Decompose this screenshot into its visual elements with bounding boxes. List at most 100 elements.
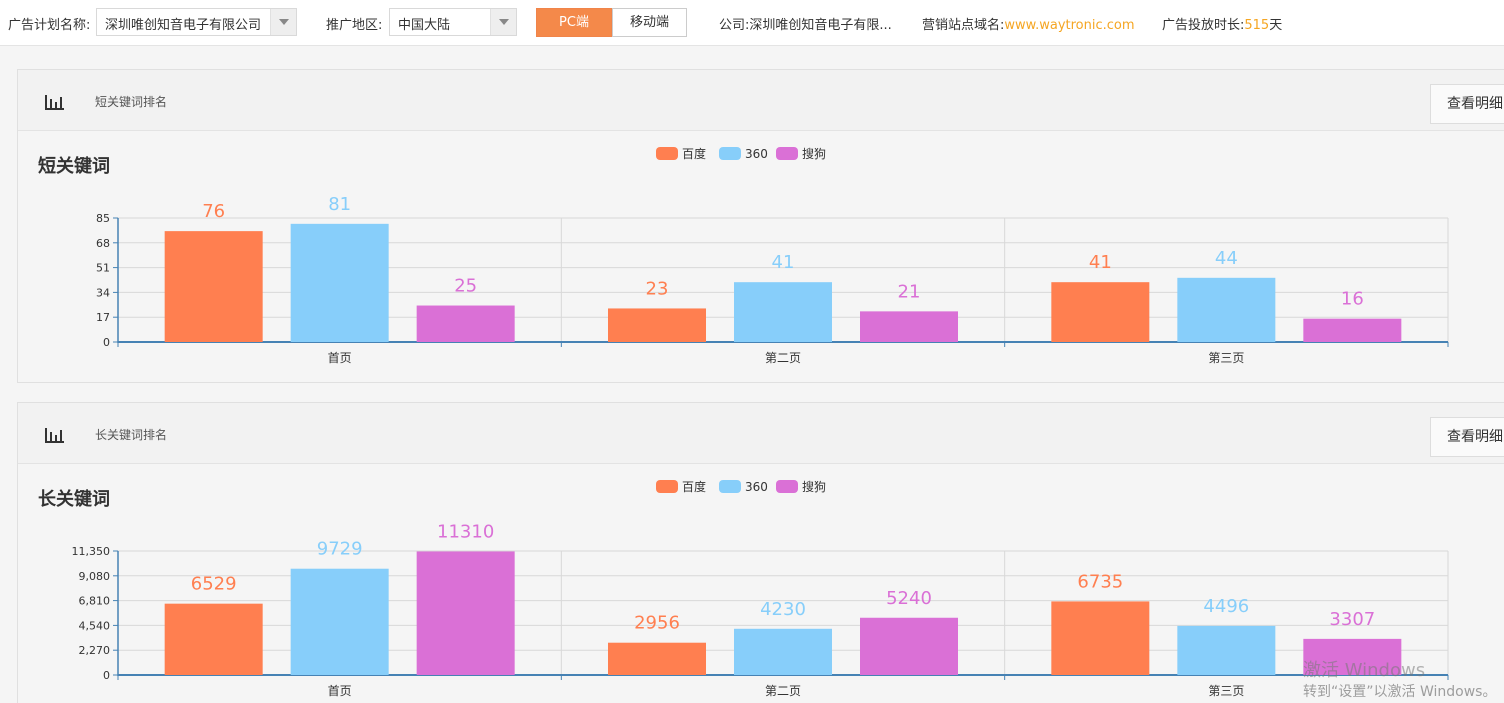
- x-tick-label: 第三页: [1208, 684, 1244, 698]
- bar: [860, 311, 958, 342]
- plan-select-value: 深圳唯创知音电子有限公司: [105, 18, 262, 33]
- y-tick-label: 0: [103, 336, 110, 349]
- data-label: 41: [1089, 252, 1112, 273]
- bar: [416, 551, 515, 675]
- duration-label: 广告投放时长:: [1162, 18, 1245, 33]
- panel-header: 短关键词排名 查看明细: [18, 70, 1504, 131]
- legend-swatch: [656, 147, 678, 160]
- bar: [608, 642, 706, 675]
- legend-swatch: [656, 480, 678, 493]
- view-detail-button[interactable]: 查看明细: [1430, 84, 1504, 124]
- view-detail-button[interactable]: 查看明细: [1430, 417, 1504, 457]
- x-tick-label: 第二页: [765, 684, 801, 698]
- bar-chart-icon: [45, 95, 64, 110]
- bar: [860, 617, 958, 675]
- bar: [734, 628, 832, 675]
- bar: [734, 282, 832, 342]
- bar: [1051, 601, 1150, 675]
- panel-title: 短关键词排名: [95, 95, 168, 109]
- bar: [416, 305, 515, 342]
- plan-label: 广告计划名称:: [8, 18, 91, 33]
- legend-label: 百度: [682, 479, 706, 494]
- x-tick-label: 首页: [328, 684, 352, 698]
- domain-label: 营销站点域名:: [922, 18, 1005, 33]
- plan-select[interactable]: 深圳唯创知音电子有限公司: [96, 8, 297, 36]
- region-label: 推广地区:: [326, 18, 383, 33]
- bar: [608, 308, 706, 342]
- legend-swatch: [719, 480, 741, 493]
- windows-watermark: 激活 Windows: [1303, 660, 1426, 681]
- bar-chart-icon: [45, 428, 64, 443]
- data-label: 16: [1341, 289, 1364, 310]
- company-value: 深圳唯创知音电子有限...: [749, 18, 892, 33]
- y-tick-label: 2,270: [79, 644, 111, 657]
- company-label: 公司:: [719, 18, 750, 33]
- tab-pc[interactable]: PC端: [536, 8, 612, 37]
- y-tick-label: 4,540: [79, 619, 111, 632]
- region-select-value: 中国大陆: [398, 18, 451, 33]
- legend-label: 百度: [682, 146, 706, 161]
- region-select[interactable]: 中国大陆: [389, 8, 517, 36]
- y-tick-label: 11,350: [72, 545, 111, 558]
- bar: [290, 223, 389, 342]
- legend-label: 360: [745, 480, 768, 494]
- short-keyword-chart: 百度 360 搜狗 0 17 34 51 68 85 76 81 25 首页 23 41 21 第二页 41 44 1…: [96, 146, 1449, 365]
- legend-swatch: [776, 147, 798, 160]
- y-tick-label: 6,810: [79, 595, 111, 608]
- chevron-down-icon[interactable]: [270, 9, 296, 35]
- data-label: 76: [202, 201, 225, 222]
- panel-title: 长关键词排名: [95, 428, 168, 442]
- tab-mobile[interactable]: 移动端: [612, 8, 687, 37]
- data-label: 23: [646, 278, 669, 299]
- data-label: 11310: [437, 521, 494, 542]
- legend-swatch: [719, 147, 741, 160]
- long-keyword-panel: 长关键词排名 查看明细 长关键词 百度 360 搜狗 0 2,270 4,540 6,810…: [17, 402, 1504, 703]
- data-label: 4230: [760, 599, 806, 620]
- domain-link[interactable]: www.waytronic.com: [1004, 18, 1134, 33]
- panel-header: 长关键词排名 查看明细: [18, 403, 1504, 464]
- y-tick-label: 68: [96, 237, 110, 250]
- legend-swatch: [776, 480, 798, 493]
- bar: [1177, 625, 1276, 675]
- data-label: 25: [454, 276, 477, 297]
- y-tick-label: 0: [103, 669, 110, 682]
- data-label: 9729: [317, 539, 363, 560]
- bar: [164, 231, 263, 342]
- bar: [1177, 277, 1276, 342]
- legend-label: 搜狗: [802, 146, 826, 161]
- bar: [1051, 282, 1150, 342]
- bar: [290, 568, 389, 675]
- legend-label: 360: [745, 147, 768, 161]
- duration-unit: 天: [1269, 18, 1283, 33]
- filter-bar: 广告计划名称: 深圳唯创知音电子有限公司 推广地区: 中国大陆 PC端 移动端 …: [0, 0, 1504, 46]
- y-tick-label: 9,080: [79, 570, 111, 583]
- company-info: 公司:深圳唯创知音电子有限...: [719, 14, 892, 33]
- x-tick-label: 第三页: [1208, 351, 1244, 365]
- data-label: 6529: [191, 574, 237, 595]
- data-label: 2956: [634, 613, 680, 634]
- data-label: 3307: [1329, 609, 1375, 630]
- bar: [164, 603, 263, 675]
- duration-value: 515: [1244, 18, 1270, 33]
- data-label: 6735: [1077, 571, 1123, 592]
- x-tick-label: 第二页: [765, 351, 801, 365]
- data-label: 5240: [886, 588, 932, 609]
- chevron-down-icon[interactable]: [490, 9, 516, 35]
- data-label: 44: [1215, 248, 1238, 269]
- data-label: 81: [328, 194, 351, 215]
- bar: [1303, 318, 1402, 342]
- long-keyword-chart: 百度 360 搜狗 0 2,270 4,540 6,810 9,080 11,350 6529 97…: [72, 479, 1449, 698]
- legend-label: 搜狗: [802, 479, 826, 494]
- duration-info: 广告投放时长:515天: [1162, 14, 1282, 33]
- y-tick-label: 34: [96, 286, 110, 299]
- data-label: 21: [898, 281, 921, 302]
- windows-watermark-hint: 转到“设置”以激活 Windows。: [1303, 684, 1497, 700]
- data-label: 4496: [1203, 596, 1249, 617]
- short-keyword-panel: 短关键词排名 查看明细 短关键词 百度 360 搜狗 0 17 34 51 68 85 76 81 2…: [17, 69, 1504, 383]
- domain-info: 营销站点域名:www.waytronic.com: [922, 14, 1135, 33]
- y-tick-label: 17: [96, 311, 110, 324]
- data-label: 41: [772, 252, 795, 273]
- x-tick-label: 首页: [328, 351, 352, 365]
- y-tick-label: 51: [96, 262, 110, 275]
- y-tick-label: 85: [96, 212, 110, 225]
